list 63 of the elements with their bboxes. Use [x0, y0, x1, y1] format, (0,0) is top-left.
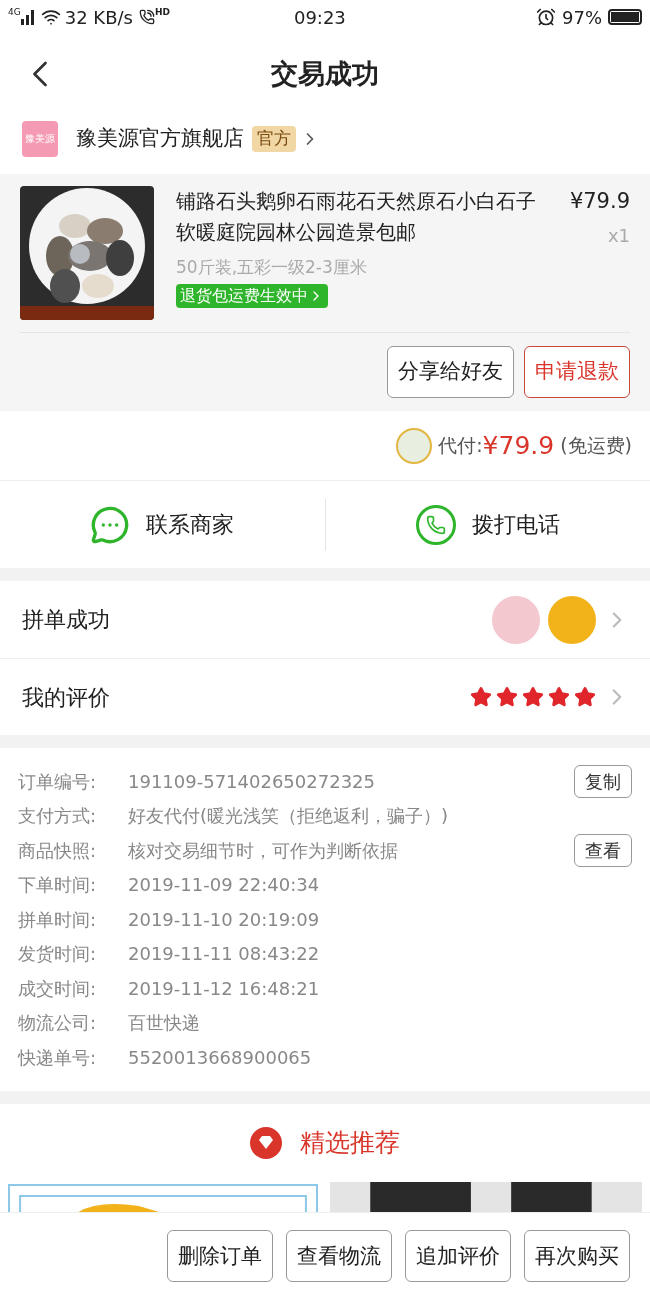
detail-label: 支付方式: [18, 804, 98, 829]
official-badge: 官方 [252, 126, 296, 152]
star-icon [574, 686, 596, 708]
chat-icon [90, 504, 131, 545]
payment-label: 代付: [438, 433, 483, 459]
detail-value: 百世快递 [128, 1011, 200, 1036]
order-button[interactable]: 再次购买 [524, 1230, 630, 1283]
detail-label: 下单时间: [18, 873, 98, 898]
star-icon [496, 686, 518, 708]
detail-value: 2019-11-12 16:48:21 [128, 976, 320, 1001]
detail-label: 物流公司: [18, 1011, 98, 1036]
product-price: ¥79.9 [569, 188, 630, 215]
detail-value: 191109-571402650272325 [128, 769, 375, 794]
row-label: 拼单成功 [22, 606, 110, 634]
shipping-note: (免运费) [560, 433, 632, 459]
detail-button[interactable]: 复制 [574, 764, 632, 798]
detail-value: 好友代付(暖光浅笑（拒绝返利，骗子）) [128, 804, 449, 829]
network-label: 4G [8, 6, 21, 19]
order-button[interactable]: 追加评价 [405, 1230, 511, 1283]
detail-value: 核对交易细节时，可作为判断依据 [128, 838, 398, 863]
page-title: 交易成功 [271, 56, 379, 91]
detail-label: 快递单号: [18, 1045, 98, 1070]
action-button[interactable]: 申请退款 [524, 346, 630, 398]
alarm-icon [536, 7, 556, 27]
order-button[interactable]: 删除订单 [167, 1230, 273, 1283]
store-name[interactable]: 豫美源官方旗舰店 [76, 123, 244, 155]
wifi-icon [40, 7, 61, 27]
list-row[interactable]: 拼单成功 [0, 581, 650, 658]
phone-icon [415, 504, 456, 545]
detail-button[interactable]: 查看 [574, 833, 632, 867]
detail-value: 2019-11-09 22:40:34 [128, 873, 320, 898]
product-title[interactable]: 铺路石头鹅卵石雨花石天然原石小白石子软暖庭院园林公园造景包邮 [176, 186, 538, 249]
detail-label: 发货时间: [18, 942, 98, 967]
row-label: 我的评价 [22, 683, 110, 712]
signal-icon [20, 9, 35, 25]
detail-label: 成交时间: [18, 976, 98, 1001]
contact-button[interactable]: 联系商家 [0, 498, 325, 551]
detail-value: 2019-11-11 08:43:22 [128, 942, 320, 967]
network-speed: 32 KB/s [64, 5, 133, 30]
user-avatar [548, 595, 596, 644]
order-button[interactable]: 查看物流 [286, 1230, 392, 1283]
detail-label: 商品快照: [18, 838, 98, 863]
star-icon [470, 686, 492, 708]
star-icon [548, 686, 570, 708]
action-button[interactable]: 分享给好友 [387, 346, 514, 398]
detail-label: 拼单时间: [18, 907, 98, 932]
product-quantity: x1 [607, 223, 630, 248]
hd-label: HD [154, 6, 170, 19]
store-logo: 豫美源 [22, 121, 58, 157]
phone-icon [138, 9, 155, 25]
user-avatar [492, 595, 540, 644]
contact-button[interactable]: 拨打电话 [324, 498, 650, 551]
battery-percent: 97% [562, 5, 602, 30]
detail-value: 5520013668900065 [128, 1045, 312, 1070]
detail-value: 2019-11-10 20:19:09 [128, 907, 320, 932]
payment-amount: ¥79.9 [482, 429, 555, 462]
star-icon [522, 686, 544, 708]
section-title: 精选推荐 [300, 1126, 400, 1159]
detail-label: 订单编号: [18, 769, 98, 794]
battery-icon [608, 9, 642, 25]
clock-time: 09:23 [293, 5, 346, 30]
product-spec: 50斤装,五彩一级2-3厘米 [176, 255, 368, 279]
payer-avatar [396, 427, 433, 464]
